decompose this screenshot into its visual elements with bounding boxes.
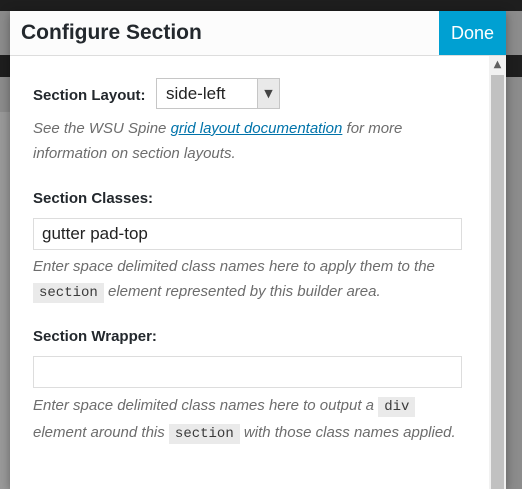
section-wrapper-help: Enter space delimited class names here t… bbox=[33, 393, 465, 447]
section-classes-help-suffix: element represented by this builder area… bbox=[103, 283, 381, 300]
modal-title: Configure Section bbox=[21, 21, 202, 44]
modal-scrollbar[interactable]: ▲ bbox=[489, 56, 506, 489]
div-code-tag: div bbox=[378, 397, 416, 417]
section-classes-help: Enter space delimited class names here t… bbox=[33, 254, 465, 306]
configure-section-modal: Configure Section Done Section Layout: s… bbox=[10, 11, 506, 489]
section-layout-label: Section Layout: bbox=[33, 87, 146, 104]
section-classes-input[interactable] bbox=[33, 218, 462, 250]
section-wrapper-help-suffix: with those class names applied. bbox=[239, 424, 456, 441]
section-layout-selected-value: side-left bbox=[166, 84, 226, 103]
section-code-tag-2: section bbox=[168, 424, 240, 444]
scrollbar-thumb[interactable] bbox=[491, 75, 504, 489]
section-classes-label: Section Classes: bbox=[33, 190, 154, 207]
section-classes-help-prefix: Enter space delimited class names here t… bbox=[33, 258, 435, 275]
section-wrapper-help-middle: element around this bbox=[33, 424, 169, 441]
section-layout-help: See the WSU Spine grid layout documentat… bbox=[33, 116, 465, 166]
grid-layout-documentation-link[interactable]: grid layout documentation bbox=[171, 120, 343, 137]
section-code-tag: section bbox=[33, 283, 104, 303]
backdrop-admin-bar bbox=[0, 0, 522, 11]
section-wrapper-label: Section Wrapper: bbox=[33, 328, 157, 345]
chevron-up-icon[interactable]: ▲ bbox=[489, 56, 506, 73]
done-button[interactable]: Done bbox=[439, 11, 506, 55]
section-layout-select[interactable]: side-left ▼ bbox=[156, 78, 280, 109]
section-wrapper-input[interactable] bbox=[33, 356, 462, 388]
section-wrapper-help-prefix: Enter space delimited class names here t… bbox=[33, 397, 379, 414]
chevron-down-icon[interactable]: ▼ bbox=[257, 79, 279, 108]
modal-header: Configure Section Done bbox=[10, 11, 506, 56]
section-layout-help-prefix: See the WSU Spine bbox=[33, 120, 171, 137]
modal-body: Section Layout: side-left ▼ See the WSU … bbox=[10, 56, 488, 489]
